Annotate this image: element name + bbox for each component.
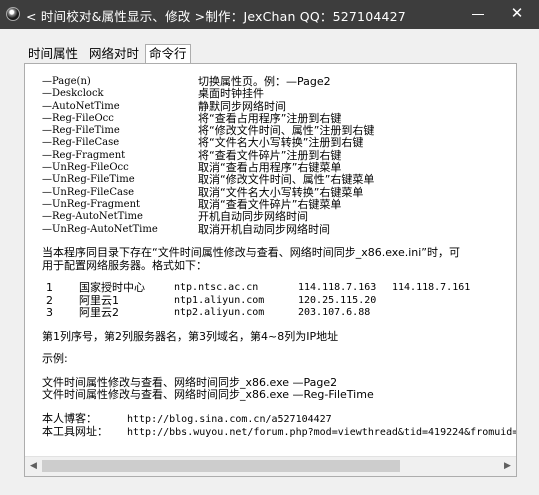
command-key: —UnReg-FileCase: [42, 186, 135, 198]
example-line: 文件时间属性修改与查看、网络时间同步_x86.exe —Reg-FileTime: [42, 388, 374, 401]
window-title: < 时间校对&属性显示、修改 >制作：JexChan QQ：527104427: [26, 9, 406, 24]
blog-label: 本人博客：: [42, 412, 97, 425]
horizontal-scrollbar[interactable]: ◀ ▶: [25, 456, 516, 476]
config-description: 当本程序同目录下存在“文件时间属性修改与查看、网络时间同步_x86.exe.in…: [42, 246, 460, 272]
server-name: 国家授时中心: [79, 281, 145, 294]
server-domain: ntp1.aliyun.com: [174, 294, 265, 306]
server-domain: ntp.ntsc.ac.cn: [174, 282, 259, 293]
command-row: —Reg-FileCase 将“文件名大小写转换”注册到右键: [42, 136, 516, 150]
minimize-button[interactable]: [471, 8, 485, 20]
command-key: —Reg-Fragment: [42, 149, 126, 161]
server-ip: 203.107.6.88: [298, 307, 371, 318]
command-key: —Reg-FileTime: [42, 125, 120, 137]
command-desc: 开机自动同步网络时间: [198, 210, 308, 224]
command-desc: 取消“修改文件时间、属性”右键菜单: [198, 173, 375, 187]
command-key: —Deskclock: [42, 88, 104, 100]
command-list: —Page(n) 切换属性页。例：—Page2 —Deskclock 桌面时钟挂件 …: [42, 75, 516, 236]
command-row: —Reg-AutoNetTime 开机自动同步网络时间: [42, 210, 516, 224]
scrollbar-thumb[interactable]: [42, 460, 400, 472]
command-key: —UnReg-FileOcc: [42, 162, 129, 174]
server-no: 3: [46, 306, 53, 319]
command-line-panel: —Page(n) 切换属性页。例：—Page2 —Deskclock 桌面时钟挂件 …: [24, 63, 517, 477]
example-heading: 示例:: [42, 352, 68, 365]
command-key: —Reg-FileCase: [42, 137, 120, 149]
command-desc: 桌面时钟挂件: [198, 87, 264, 101]
app-icon[interactable]: [6, 7, 20, 21]
close-button[interactable]: ✕: [509, 5, 525, 21]
command-key: —AutoNetTime: [42, 100, 120, 112]
blog-url: http://blog.sina.com.cn/a527104427: [127, 414, 332, 425]
tab-command-line[interactable]: 命令行: [145, 44, 191, 63]
help-text-area[interactable]: —Page(n) 切换属性页。例：—Page2 —Deskclock 桌面时钟挂件 …: [25, 64, 516, 457]
command-row: —Page(n) 切换属性页。例：—Page2: [42, 75, 516, 88]
tab-network-time[interactable]: 网络对时: [89, 45, 139, 62]
server-domain: ntp2.aliyun.com: [174, 307, 265, 318]
server-ip: 114.118.7.161: [392, 282, 471, 293]
server-name: 阿里云2: [79, 306, 119, 319]
tool-url-row: 本工具网址： http://bbs.wuyou.net/forum.php?mod…: [42, 426, 516, 439]
server-ip: 114.118.7.163: [298, 282, 377, 293]
command-key: —Page(n): [42, 76, 91, 87]
column-note: 第1列序号，第2列服务器名，第3列域名，第4~8列为IP地址: [42, 330, 339, 343]
command-key: —UnReg-AutoNetTime: [42, 223, 158, 235]
command-key: —Reg-AutoNetTime: [42, 211, 143, 223]
command-key: —UnReg-FileTime: [42, 174, 135, 186]
server-no: 1: [46, 281, 53, 294]
config-line-2: 用于配置网络服务器。格式如下：: [42, 259, 207, 272]
title-bar[interactable]: < 时间校对&属性显示、修改 >制作：JexChan QQ：527104427 …: [0, 0, 539, 29]
config-line-1: 当本程序同目录下存在“文件时间属性修改与查看、网络时间同步_x86.exe.in…: [42, 246, 460, 259]
command-desc: 取消开机自动同步网络时间: [198, 222, 330, 236]
tool-url-label: 本工具网址：: [42, 425, 108, 438]
command-desc: 将“文件名大小写转换”注册到右键: [198, 136, 364, 150]
command-row: —UnReg-FileTime 取消“修改文件时间、属性”右键菜单: [42, 173, 516, 187]
scroll-left-arrow-icon[interactable]: ◀: [25, 457, 42, 476]
command-row: —UnReg-AutoNetTime 取消开机自动同步网络时间: [42, 222, 516, 236]
server-ip: 120.25.115.20: [298, 294, 377, 306]
command-key: —Reg-FileOcc: [42, 112, 114, 124]
command-row: —Deskclock 桌面时钟挂件: [42, 87, 516, 101]
tool-url: http://bbs.wuyou.net/forum.php?mod=viewt…: [127, 427, 516, 438]
command-key: —UnReg-Fragment: [42, 198, 141, 210]
tab-time-attributes[interactable]: 时间属性: [28, 45, 78, 62]
scroll-right-arrow-icon[interactable]: ▶: [499, 457, 516, 476]
